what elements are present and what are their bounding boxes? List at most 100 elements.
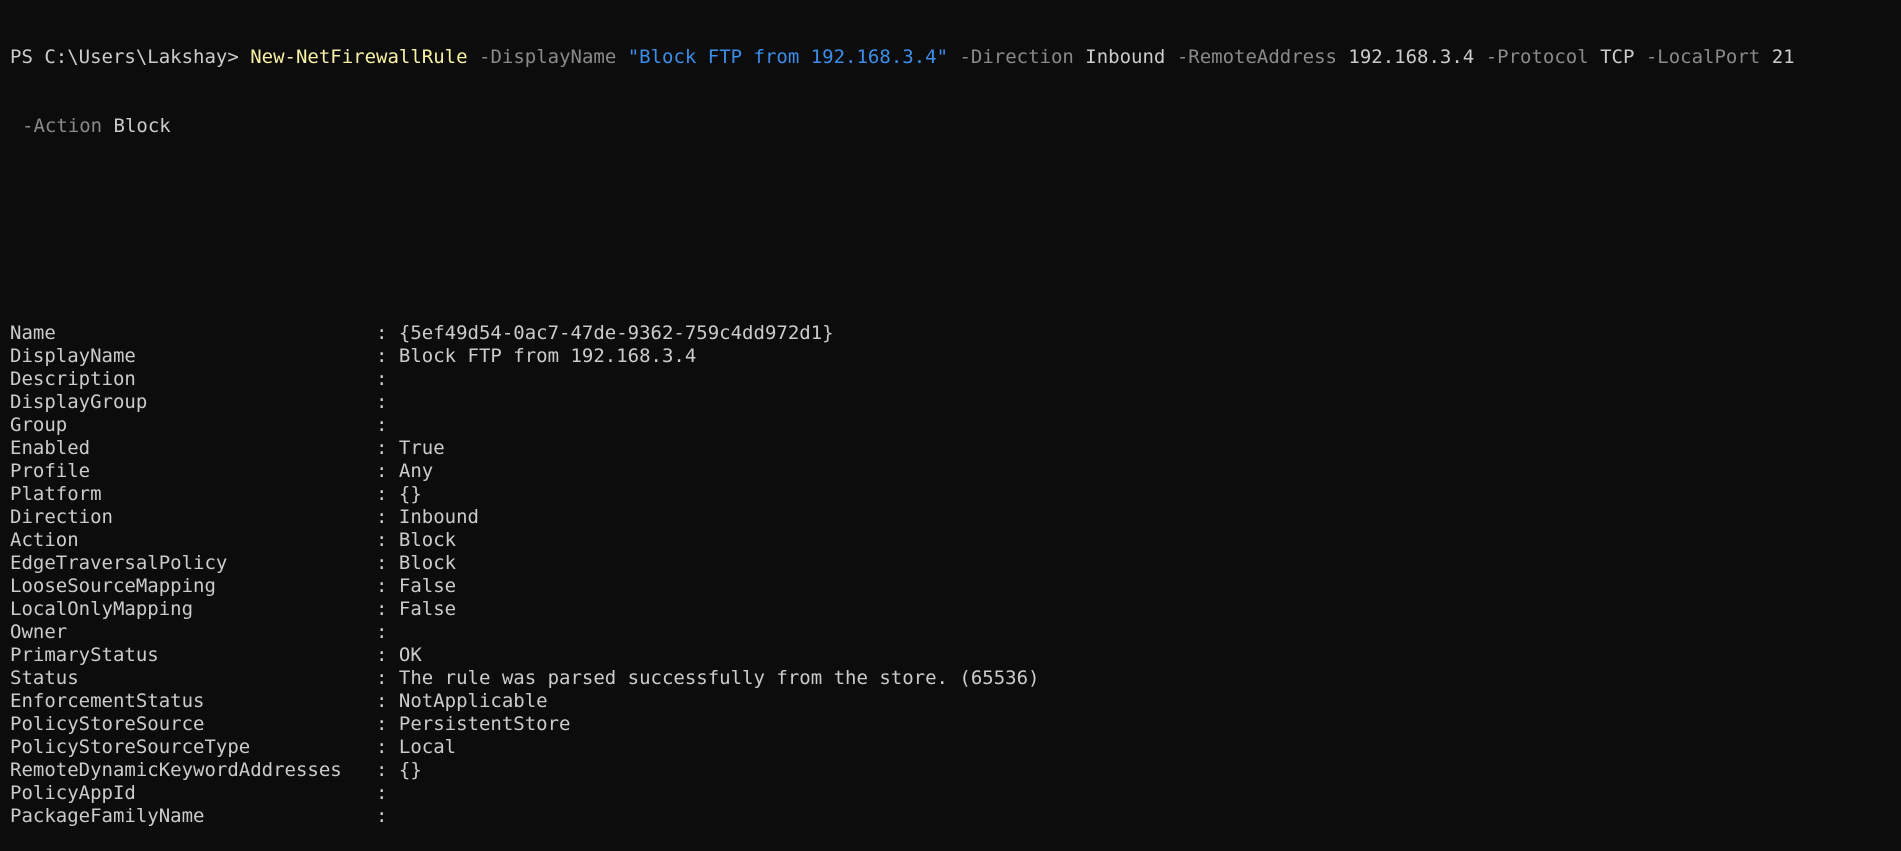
property-value: OK bbox=[398, 644, 422, 666]
property-separator: : bbox=[376, 437, 399, 459]
property-name: Action bbox=[10, 529, 79, 551]
property-separator: : bbox=[376, 391, 399, 413]
prompt: PS C:\Users\Lakshay> bbox=[10, 46, 251, 68]
command-continuation-line: -Action Block bbox=[10, 115, 1901, 138]
property-value: The rule was parsed successfully from th… bbox=[398, 667, 1040, 689]
property-name: Platform bbox=[10, 483, 102, 505]
output-row: EnforcementStatus: NotApplicable bbox=[10, 690, 1901, 713]
property-name: Status bbox=[10, 667, 79, 689]
command-token-arg: Inbound bbox=[1085, 46, 1166, 68]
property-separator: : bbox=[376, 805, 399, 827]
property-separator: : bbox=[376, 460, 399, 482]
command-token-param: -Protocol bbox=[1474, 46, 1601, 68]
property-separator: : bbox=[376, 368, 399, 390]
property-value: Block FTP from 192.168.3.4 bbox=[398, 345, 697, 367]
property-separator: : bbox=[376, 621, 399, 643]
output-row: Group: bbox=[10, 414, 1901, 437]
property-value: NotApplicable bbox=[398, 690, 548, 712]
output-row: LocalOnlyMapping: False bbox=[10, 598, 1901, 621]
firewall-rule-output: Name: {5ef49d54-0ac7-47de-9362-759c4dd97… bbox=[10, 322, 1901, 828]
property-value: Block bbox=[398, 552, 457, 574]
property-separator: : bbox=[376, 713, 399, 735]
output-row: Owner: bbox=[10, 621, 1901, 644]
command-token-arg: 192.168.3.4 bbox=[1348, 46, 1475, 68]
output-row: Description: bbox=[10, 368, 1901, 391]
property-separator: : bbox=[376, 414, 399, 436]
property-value: Block bbox=[398, 529, 457, 551]
property-name: Direction bbox=[10, 506, 113, 528]
property-separator: : bbox=[376, 483, 399, 505]
property-separator: : bbox=[376, 644, 399, 666]
output-row: DisplayName: Block FTP from 192.168.3.4 bbox=[10, 345, 1901, 368]
property-name: EnforcementStatus bbox=[10, 690, 205, 712]
cmdlet-name: New-NetFirewallRule bbox=[250, 46, 468, 68]
command-token-arg: 21 bbox=[1771, 46, 1795, 68]
powershell-terminal[interactable]: PS C:\Users\Lakshay> New-NetFirewallRule… bbox=[0, 0, 1901, 827]
property-name: PackageFamilyName bbox=[10, 805, 205, 827]
property-name: Enabled bbox=[10, 437, 91, 459]
property-name: EdgeTraversalPolicy bbox=[10, 552, 228, 574]
property-name: PolicyStoreSource bbox=[10, 713, 205, 735]
property-name: Description bbox=[10, 368, 136, 390]
output-row: Platform: {} bbox=[10, 483, 1901, 506]
command-token-param: -RemoteAddress bbox=[1165, 46, 1349, 68]
property-value: Any bbox=[398, 460, 434, 482]
property-separator: : bbox=[376, 736, 399, 758]
property-value: False bbox=[398, 598, 457, 620]
output-row: Name: {5ef49d54-0ac7-47de-9362-759c4dd97… bbox=[10, 322, 1901, 345]
output-row: Profile: Any bbox=[10, 460, 1901, 483]
property-value: PersistentStore bbox=[398, 713, 571, 735]
property-value: Local bbox=[398, 736, 457, 758]
property-separator: : bbox=[376, 575, 399, 597]
command-token-arg: TCP bbox=[1600, 46, 1635, 68]
property-value: True bbox=[398, 437, 445, 459]
property-name: PrimaryStatus bbox=[10, 644, 159, 666]
property-separator: : bbox=[376, 552, 399, 574]
property-value: Inbound bbox=[398, 506, 479, 528]
command-token-param: -Action bbox=[22, 115, 114, 137]
output-row: RemoteDynamicKeywordAddresses: {} bbox=[10, 759, 1901, 782]
property-separator: : bbox=[376, 529, 399, 551]
property-name: DisplayGroup bbox=[10, 391, 148, 413]
property-value: False bbox=[398, 575, 457, 597]
property-name: RemoteDynamicKeywordAddresses bbox=[10, 759, 342, 781]
property-name: Profile bbox=[10, 460, 91, 482]
output-row: Enabled: True bbox=[10, 437, 1901, 460]
output-row: PolicyAppId: bbox=[10, 782, 1901, 805]
property-name: PolicyStoreSourceType bbox=[10, 736, 251, 758]
property-separator: : bbox=[376, 782, 399, 804]
command-token-param: -LocalPort bbox=[1634, 46, 1772, 68]
property-value: {} bbox=[398, 483, 422, 505]
property-separator: : bbox=[376, 322, 399, 344]
property-separator: : bbox=[376, 759, 399, 781]
property-value: {5ef49d54-0ac7-47de-9362-759c4dd972d1} bbox=[398, 322, 834, 344]
output-row: Status: The rule was parsed successfully… bbox=[10, 667, 1901, 690]
output-row: DisplayGroup: bbox=[10, 391, 1901, 414]
property-name: LooseSourceMapping bbox=[10, 575, 216, 597]
property-value: {} bbox=[398, 759, 422, 781]
output-row: Action: Block bbox=[10, 529, 1901, 552]
output-row: PackageFamilyName: bbox=[10, 805, 1901, 828]
property-separator: : bbox=[376, 690, 399, 712]
output-row: Direction: Inbound bbox=[10, 506, 1901, 529]
command-line[interactable]: PS C:\Users\Lakshay> New-NetFirewallRule… bbox=[10, 46, 1901, 69]
command-token-param: -DisplayName bbox=[467, 46, 628, 68]
property-name: DisplayName bbox=[10, 345, 136, 367]
output-row: PolicyStoreSource: PersistentStore bbox=[10, 713, 1901, 736]
property-name: LocalOnlyMapping bbox=[10, 598, 194, 620]
property-name: Group bbox=[10, 414, 68, 436]
output-row: PrimaryStatus: OK bbox=[10, 644, 1901, 667]
property-name: Name bbox=[10, 322, 56, 344]
output-row: PolicyStoreSourceType: Local bbox=[10, 736, 1901, 759]
output-row: EdgeTraversalPolicy: Block bbox=[10, 552, 1901, 575]
property-name: PolicyAppId bbox=[10, 782, 136, 804]
command-token-str: "Block FTP from 192.168.3.4" bbox=[627, 46, 949, 68]
property-separator: : bbox=[376, 345, 399, 367]
property-name: Owner bbox=[10, 621, 68, 643]
property-separator: : bbox=[376, 598, 399, 620]
property-separator: : bbox=[376, 506, 399, 528]
property-separator: : bbox=[376, 667, 399, 689]
command-token-param: -Direction bbox=[948, 46, 1086, 68]
